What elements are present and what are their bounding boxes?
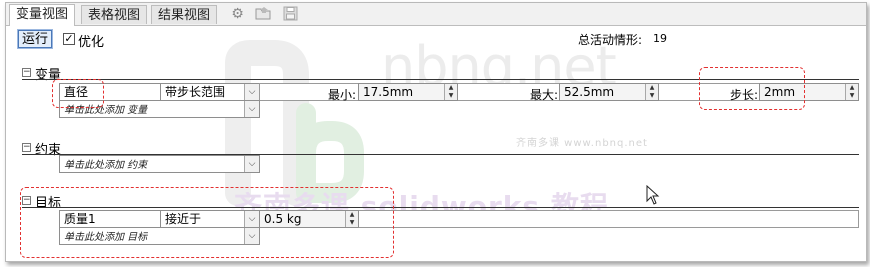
max-input[interactable]: 52.5mm ▲ ▼ [559, 83, 659, 101]
variable-type-select[interactable]: 带步长范围 ⌵ [160, 83, 260, 101]
watermark-tagline: 齐南多课 www.nbnq.net [516, 138, 648, 149]
tab-results-view[interactable]: 结果视图 [151, 5, 218, 24]
max-value: 52.5mm [564, 85, 615, 99]
highlight-step [699, 67, 805, 110]
total-scenarios-value: 19 [653, 32, 667, 45]
max-spinner-icon[interactable]: ▲ ▼ [645, 84, 658, 100]
chevron-down-icon[interactable]: ⌵ [244, 156, 259, 172]
tab-bar: 变量视图 表格视图 结果视图 ⚙ [6, 3, 866, 26]
chevron-down-icon[interactable]: ⌵ [244, 84, 259, 100]
folder-open-icon[interactable] [255, 6, 272, 23]
total-scenarios-label: 总活动情形: [578, 33, 643, 47]
run-button[interactable]: 运行 [17, 29, 53, 49]
add-constraint-select[interactable]: 单击此处添加 约束 ⌵ [59, 155, 260, 173]
highlight-goals [20, 187, 394, 258]
min-input[interactable]: 17.5mm ▲ ▼ [358, 83, 458, 101]
constraints-title: 约束 [35, 143, 62, 158]
min-spinner-icon[interactable]: ▲ ▼ [444, 84, 457, 100]
tab-table-view[interactable]: 表格视图 [81, 5, 148, 24]
max-label: 最大: [529, 88, 558, 102]
min-value: 17.5mm [363, 85, 414, 99]
add-constraint-text: 单击此处添加 约束 [64, 160, 148, 171]
tab-variable-view[interactable]: 变量视图 [9, 4, 76, 26]
collapse-constraints-icon[interactable]: − [22, 143, 31, 152]
min-label: 最小: [327, 88, 356, 102]
variable-type-value: 带步长范围 [165, 85, 226, 99]
gear-icon[interactable]: ⚙ [229, 6, 246, 23]
step-spinner-icon[interactable]: ▲ ▼ [845, 84, 858, 100]
chevron-down-icon[interactable]: ⌵ [244, 101, 259, 117]
highlight-diameter [52, 79, 104, 108]
design-study-panel: 变量视图 表格视图 结果视图 ⚙ nbnq.net 齐南多课 www.nbnq.… [5, 2, 867, 262]
mouse-cursor-icon [646, 185, 660, 205]
collapse-variables-icon[interactable]: − [22, 68, 31, 77]
optimize-label: 优化 [78, 35, 105, 50]
optimize-checkbox[interactable]: ✓ [63, 33, 75, 45]
save-icon[interactable] [282, 6, 299, 23]
